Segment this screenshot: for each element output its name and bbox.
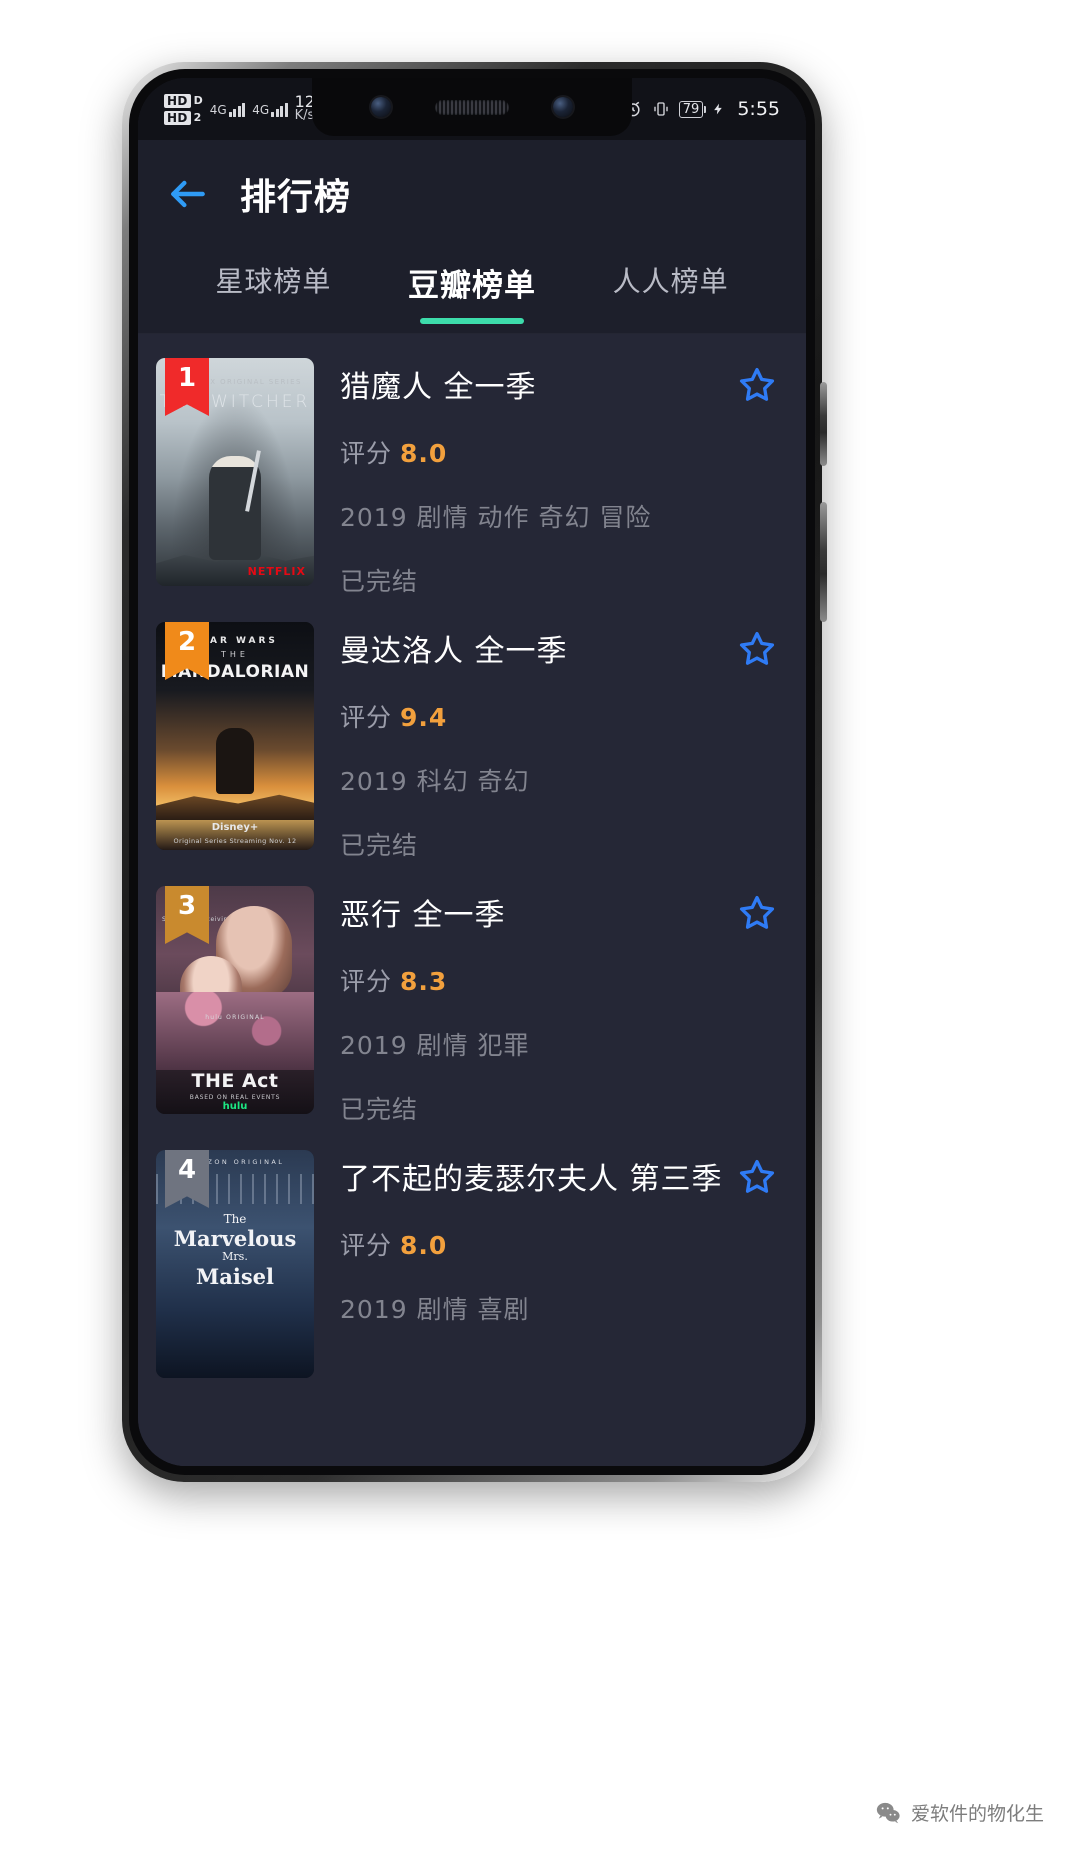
device-bezel: HD D HD 2 4G 4G 124 K/s 79 5:55 排行榜 星球榜单… (129, 69, 815, 1475)
battery-icon: 79 (678, 100, 706, 118)
tab-xingqiu[interactable]: 星球榜单 (174, 254, 373, 319)
status-bar-right: 79 5:55 (623, 98, 780, 120)
poster-brand: hulu (222, 1101, 248, 1112)
poster-figure (216, 728, 254, 794)
score-value: 8.0 (400, 1231, 448, 1260)
sim-label-2: 2 (193, 110, 202, 124)
volume-button[interactable] (820, 502, 827, 622)
item-meta: 2019 科幻 奇幻 (340, 767, 530, 796)
poster-line-4: Maisel (196, 1264, 274, 1289)
star-outline-icon[interactable] (736, 628, 778, 670)
poster-line-1: The (223, 1212, 247, 1226)
item-title: 了不起的麦瑟尔夫人 第三季 (340, 1162, 723, 1197)
secondary-camera-icon (553, 97, 573, 117)
tab-label: 星球榜单 (215, 265, 332, 298)
status-clock: 5:55 (737, 98, 780, 120)
item-title: 恶行 全一季 (340, 898, 506, 933)
item-title: 曼达洛人 全一季 (340, 634, 568, 669)
list-item[interactable]: A NETFLIX ORIGINAL SERIES THE WITCHER NE… (138, 334, 806, 598)
poster-thumbnail[interactable]: Seeing is Deceiving hulu ORIGINAL THE Ac… (156, 886, 314, 1114)
star-outline-icon[interactable] (736, 1156, 778, 1198)
hd-badge-1: HD (164, 93, 191, 108)
phone-device: HD D HD 2 4G 4G 124 K/s 79 5:55 排行榜 星球榜单… (122, 62, 827, 1482)
poster-note: hulu ORIGINAL (205, 1014, 265, 1021)
item-score: 评分 9.4 (340, 698, 776, 734)
dual-sim-indicator: HD D HD 2 (164, 93, 203, 125)
back-arrow-icon[interactable] (166, 172, 210, 216)
battery-level: 79 (682, 101, 700, 117)
item-meta: 2019 剧情 喜剧 (340, 1295, 530, 1324)
poster-note: Original Series Streaming Nov. 12 (173, 837, 297, 845)
item-status: 已完结 (340, 1095, 419, 1124)
app-bar: 排行榜 (138, 140, 806, 248)
earpiece-speaker-icon (435, 99, 509, 115)
charging-icon (712, 100, 725, 118)
hd-badge-2: HD (164, 110, 191, 125)
score-label: 评分 (340, 1231, 393, 1260)
tab-label: 豆瓣榜单 (408, 268, 536, 304)
poster-thumbnail[interactable]: AMAZON ORIGINAL The Marvelous Mrs. Maise… (156, 1150, 314, 1378)
item-score: 评分 8.0 (340, 434, 776, 470)
poster-line-2: Marvelous (173, 1226, 297, 1251)
item-status: 已完结 (340, 831, 419, 860)
vibrate-icon (652, 100, 670, 118)
network-type-2: 4G (252, 103, 270, 117)
wechat-icon (875, 1800, 901, 1826)
status-bar: HD D HD 2 4G 4G 124 K/s 79 5:55 (138, 78, 806, 140)
tab-label: 人人榜单 (612, 265, 729, 298)
item-meta: 2019 剧情 动作 奇幻 冒险 (340, 503, 652, 532)
sim-label-1: D (193, 93, 203, 107)
item-meta: 2019 剧情 犯罪 (340, 1031, 530, 1060)
poster-brand: NETFLIX (247, 565, 306, 578)
poster-brand: Disney+ (211, 822, 259, 833)
tab-renren[interactable]: 人人榜单 (571, 254, 770, 319)
list-item[interactable]: STAR WARS THE MANDALORIAN Disney+ Origin… (138, 598, 806, 862)
tab-douban[interactable]: 豆瓣榜单 (373, 254, 572, 324)
network-type-1: 4G (209, 103, 227, 117)
signal-group-1: 4G (209, 101, 246, 117)
signal-bars-icon-2 (271, 101, 288, 117)
item-info: 猎魔人 全一季 评分 8.0 2019 剧情 动作 奇幻 冒险 已完结 (314, 358, 776, 598)
star-outline-icon[interactable] (736, 364, 778, 406)
tab-bar: 星球榜单 豆瓣榜单 人人榜单 (138, 248, 806, 334)
watermark: 爱软件的物化生 (875, 1799, 1044, 1826)
poster-dress (156, 992, 314, 1070)
page-title: 排行榜 (240, 177, 352, 218)
phone-screen: HD D HD 2 4G 4G 124 K/s 79 5:55 排行榜 星球榜单… (138, 78, 806, 1466)
camera-notch (312, 78, 632, 136)
score-value: 9.4 (400, 703, 448, 732)
poster-thumbnail[interactable]: STAR WARS THE MANDALORIAN Disney+ Origin… (156, 622, 314, 850)
watermark-text: 爱软件的物化生 (910, 1803, 1044, 1825)
list-item[interactable]: Seeing is Deceiving hulu ORIGINAL THE Ac… (138, 862, 806, 1126)
item-title: 猎魔人 全一季 (340, 370, 537, 405)
signal-bars-icon-1 (228, 101, 246, 117)
tab-indicator-active (420, 318, 524, 324)
star-outline-icon[interactable] (736, 892, 778, 934)
power-button[interactable] (820, 382, 827, 466)
score-label: 评分 (340, 703, 393, 732)
page-root: HD D HD 2 4G 4G 124 K/s 79 5:55 排行榜 星球榜单… (0, 0, 1080, 1854)
score-label: 评分 (340, 439, 393, 468)
score-label: 评分 (340, 967, 393, 996)
item-info: 曼达洛人 全一季 评分 9.4 2019 科幻 奇幻 已完结 (314, 622, 776, 862)
ranking-list[interactable]: A NETFLIX ORIGINAL SERIES THE WITCHER NE… (138, 334, 806, 1466)
list-fade (138, 1440, 806, 1466)
item-status: 已完结 (340, 567, 419, 596)
poster-thumbnail[interactable]: A NETFLIX ORIGINAL SERIES THE WITCHER NE… (156, 358, 314, 586)
item-score: 评分 8.3 (340, 962, 776, 998)
item-info: 恶行 全一季 评分 8.3 2019 剧情 犯罪 已完结 (314, 886, 776, 1126)
front-camera-icon (371, 97, 391, 117)
list-item[interactable]: AMAZON ORIGINAL The Marvelous Mrs. Maise… (138, 1126, 806, 1378)
poster-title: THE Act (191, 1070, 279, 1092)
score-value: 8.3 (400, 967, 448, 996)
poster-subtitle: BASED ON REAL EVENTS (189, 1094, 281, 1101)
item-score: 评分 8.0 (340, 1226, 776, 1262)
item-info: 了不起的麦瑟尔夫人 第三季 评分 8.0 2019 剧情 喜剧 (314, 1150, 776, 1378)
poster-line-3: Mrs. (222, 1250, 248, 1263)
status-bar-left: HD D HD 2 4G 4G 124 K/s (164, 93, 325, 125)
signal-group-2: 4G (252, 101, 288, 117)
score-value: 8.0 (400, 439, 448, 468)
